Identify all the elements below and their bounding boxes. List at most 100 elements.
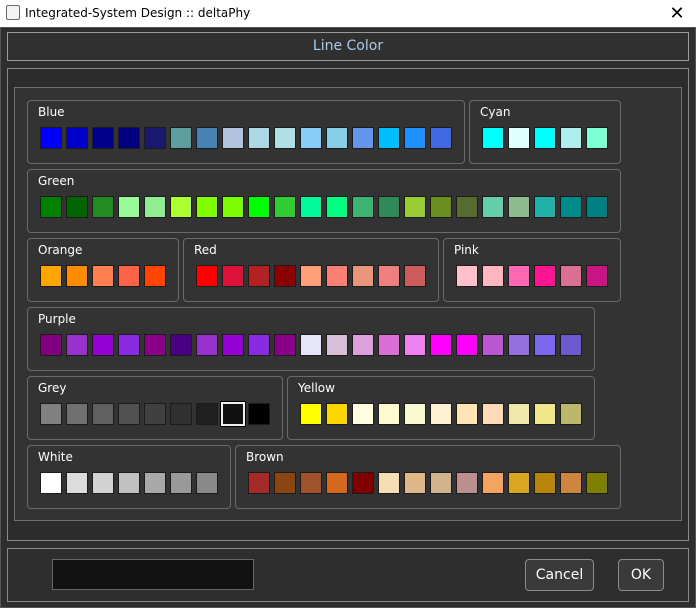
color-swatch-blue-7[interactable] [196,127,218,149]
color-swatch-purple-18[interactable] [482,334,504,356]
color-swatch-yellow-9[interactable] [508,403,530,425]
color-swatch-red-5[interactable] [300,265,322,287]
color-swatch-blue-10[interactable] [274,127,296,149]
color-swatch-green-22[interactable] [586,196,608,218]
color-swatch-cyan-3[interactable] [534,127,556,149]
color-swatch-purple-4[interactable] [118,334,140,356]
color-swatch-yellow-7[interactable] [456,403,478,425]
color-swatch-blue-2[interactable] [66,127,88,149]
color-swatch-brown-4[interactable] [326,472,348,494]
color-swatch-purple-2[interactable] [66,334,88,356]
color-swatch-green-1[interactable] [40,196,62,218]
color-swatch-yellow-1[interactable] [300,403,322,425]
color-swatch-blue-13[interactable] [352,127,374,149]
color-swatch-green-8[interactable] [222,196,244,218]
color-swatch-cyan-5[interactable] [586,127,608,149]
color-swatch-pink-6[interactable] [586,265,608,287]
color-swatch-brown-5[interactable] [352,472,374,494]
color-swatch-brown-1[interactable] [248,472,270,494]
color-swatch-white-3[interactable] [92,472,114,494]
color-swatch-red-3[interactable] [248,265,270,287]
color-swatch-grey-1[interactable] [40,403,62,425]
color-swatch-blue-4[interactable] [118,127,140,149]
color-swatch-green-7[interactable] [196,196,218,218]
color-swatch-green-5[interactable] [144,196,166,218]
color-swatch-pink-5[interactable] [560,265,582,287]
color-swatch-grey-9[interactable] [248,403,270,425]
color-swatch-purple-6[interactable] [170,334,192,356]
color-swatch-yellow-10[interactable] [534,403,556,425]
color-swatch-red-6[interactable] [326,265,348,287]
color-swatch-orange-2[interactable] [66,265,88,287]
color-swatch-white-2[interactable] [66,472,88,494]
color-swatch-cyan-2[interactable] [508,127,530,149]
color-swatch-purple-5[interactable] [144,334,166,356]
color-swatch-cyan-1[interactable] [482,127,504,149]
color-swatch-grey-2[interactable] [66,403,88,425]
color-swatch-yellow-8[interactable] [482,403,504,425]
color-swatch-grey-8[interactable] [221,402,245,426]
color-swatch-grey-7[interactable] [196,403,218,425]
color-swatch-purple-12[interactable] [326,334,348,356]
color-swatch-blue-14[interactable] [378,127,400,149]
color-swatch-red-9[interactable] [404,265,426,287]
color-swatch-red-8[interactable] [378,265,400,287]
color-swatch-blue-15[interactable] [404,127,426,149]
color-swatch-blue-3[interactable] [92,127,114,149]
color-swatch-blue-6[interactable] [170,127,192,149]
color-swatch-red-7[interactable] [352,265,374,287]
color-swatch-purple-13[interactable] [352,334,374,356]
color-swatch-blue-1[interactable] [40,127,62,149]
color-swatch-brown-9[interactable] [456,472,478,494]
color-swatch-brown-2[interactable] [274,472,296,494]
color-swatch-purple-21[interactable] [560,334,582,356]
color-swatch-purple-15[interactable] [404,334,426,356]
color-swatch-green-19[interactable] [508,196,530,218]
color-swatch-cyan-4[interactable] [560,127,582,149]
color-swatch-pink-2[interactable] [482,265,504,287]
color-swatch-purple-16[interactable] [430,334,452,356]
color-swatch-green-3[interactable] [92,196,114,218]
color-swatch-grey-6[interactable] [170,403,192,425]
color-swatch-yellow-4[interactable] [378,403,400,425]
color-swatch-purple-9[interactable] [248,334,270,356]
cancel-button[interactable]: Cancel [525,559,594,591]
color-swatch-purple-8[interactable] [222,334,244,356]
color-swatch-blue-12[interactable] [326,127,348,149]
color-swatch-brown-6[interactable] [378,472,400,494]
color-swatch-green-6[interactable] [170,196,192,218]
color-swatch-purple-20[interactable] [534,334,556,356]
color-swatch-red-1[interactable] [196,265,218,287]
color-swatch-pink-4[interactable] [534,265,556,287]
color-swatch-blue-11[interactable] [300,127,322,149]
color-swatch-green-9[interactable] [248,196,270,218]
color-swatch-purple-7[interactable] [196,334,218,356]
color-swatch-red-2[interactable] [222,265,244,287]
color-swatch-green-4[interactable] [118,196,140,218]
color-swatch-purple-17[interactable] [456,334,478,356]
color-swatch-green-18[interactable] [482,196,504,218]
color-swatch-pink-1[interactable] [456,265,478,287]
color-swatch-white-5[interactable] [144,472,166,494]
color-swatch-yellow-3[interactable] [352,403,374,425]
color-swatch-green-17[interactable] [456,196,478,218]
color-swatch-green-13[interactable] [352,196,374,218]
color-swatch-pink-3[interactable] [508,265,530,287]
color-swatch-brown-10[interactable] [482,472,504,494]
ok-button[interactable]: OK [618,559,664,591]
color-swatch-yellow-11[interactable] [560,403,582,425]
color-swatch-yellow-2[interactable] [326,403,348,425]
color-swatch-blue-16[interactable] [430,127,452,149]
color-swatch-red-4[interactable] [274,265,296,287]
color-swatch-brown-14[interactable] [586,472,608,494]
close-icon[interactable]: ✕ [658,0,696,27]
color-swatch-blue-5[interactable] [144,127,166,149]
color-swatch-purple-14[interactable] [378,334,400,356]
color-swatch-white-6[interactable] [170,472,192,494]
color-swatch-green-11[interactable] [300,196,322,218]
color-swatch-brown-12[interactable] [534,472,556,494]
color-swatch-brown-3[interactable] [300,472,322,494]
color-swatch-brown-13[interactable] [560,472,582,494]
color-swatch-green-10[interactable] [274,196,296,218]
color-swatch-orange-3[interactable] [92,265,114,287]
